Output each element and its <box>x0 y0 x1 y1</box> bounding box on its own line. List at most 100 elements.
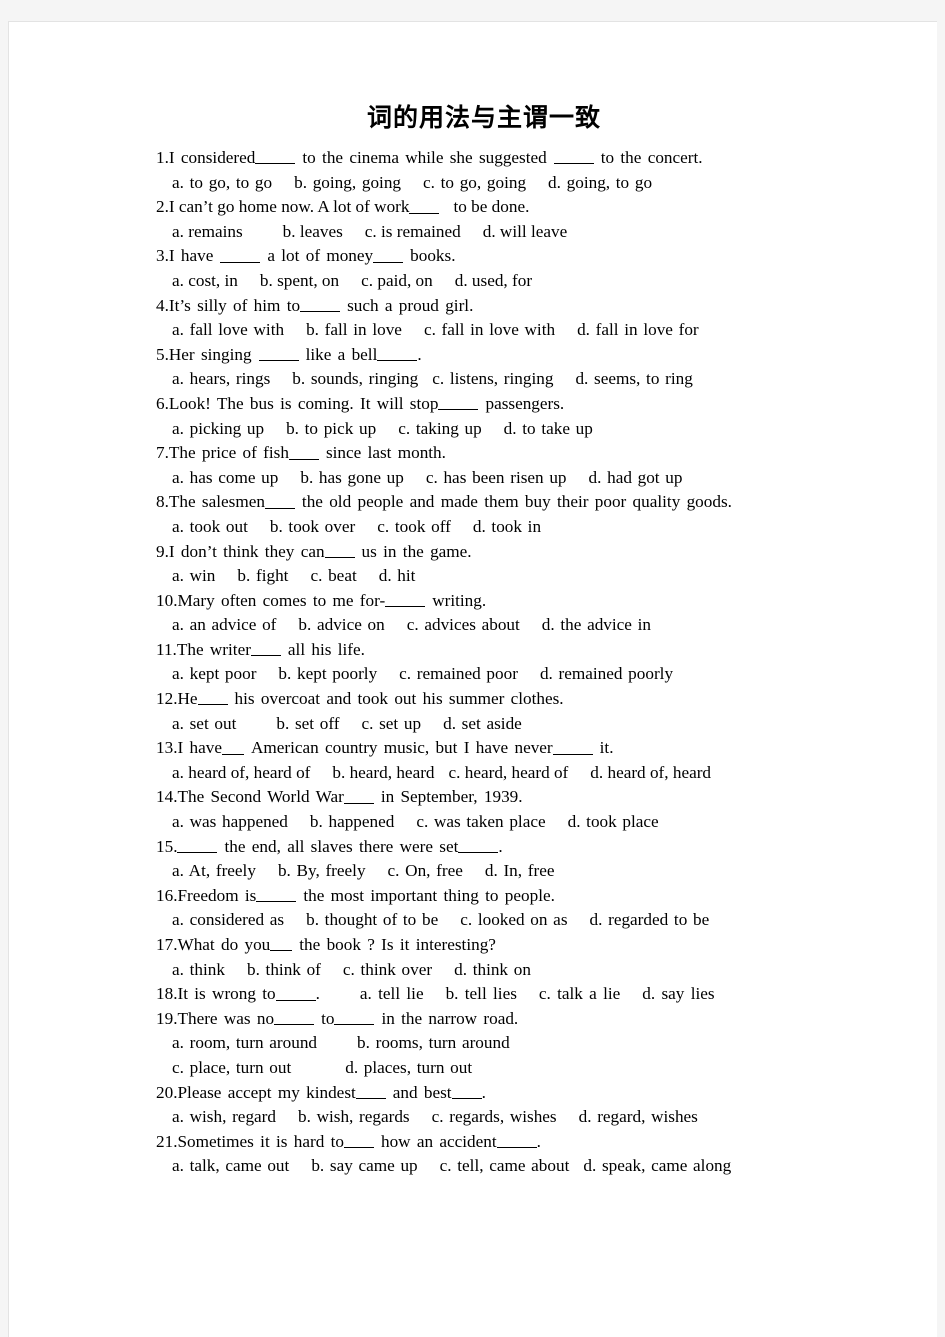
option[interactable]: b. happened <box>310 812 394 831</box>
answer-blank[interactable] <box>373 246 404 263</box>
option[interactable]: c. advices about <box>407 615 520 634</box>
option[interactable]: d. In, free <box>485 861 555 880</box>
answer-blank[interactable] <box>553 148 594 165</box>
option[interactable]: d. the advice in <box>542 615 651 634</box>
answer-blank[interactable] <box>255 148 296 165</box>
answer-blank[interactable] <box>250 639 281 657</box>
option[interactable]: d. going, to go <box>548 173 652 192</box>
answer-blank[interactable] <box>409 197 440 214</box>
answer-blank[interactable] <box>264 492 295 509</box>
option[interactable]: d. took in <box>473 517 541 536</box>
option[interactable]: d. will leave <box>483 222 567 241</box>
option[interactable]: c. heard, heard of <box>449 763 569 782</box>
option[interactable]: c. remained poor <box>399 664 518 683</box>
option[interactable]: b. think of <box>247 960 321 979</box>
option[interactable]: a. room, turn around <box>172 1033 317 1052</box>
answer-blank[interactable] <box>274 1008 315 1026</box>
option[interactable]: b. rooms, turn around <box>357 1033 510 1052</box>
option[interactable]: a. heard of, heard of <box>172 763 310 782</box>
option[interactable]: a. set out <box>172 714 236 733</box>
option[interactable]: c. listens, ringing <box>432 369 553 388</box>
answer-blank[interactable] <box>324 541 355 558</box>
option[interactable]: d. places, turn out <box>345 1058 472 1077</box>
option[interactable]: d. seems, to ring <box>575 369 692 388</box>
answer-blank[interactable] <box>334 1008 375 1026</box>
answer-blank[interactable] <box>288 443 319 460</box>
option[interactable]: a. cost, in <box>172 271 238 290</box>
option[interactable]: b. leaves <box>283 222 343 241</box>
option[interactable]: a. an advice of <box>172 615 276 634</box>
option[interactable]: b. advice on <box>298 615 384 634</box>
option[interactable]: d. say lies <box>642 984 714 1003</box>
option[interactable]: d. set aside <box>443 714 522 733</box>
option[interactable]: c. place, turn out <box>172 1058 291 1077</box>
answer-blank[interactable] <box>552 738 593 755</box>
option[interactable]: a. considered as <box>172 910 284 929</box>
answer-blank[interactable] <box>438 394 479 411</box>
option[interactable]: c. regards, wishes <box>432 1107 557 1126</box>
option[interactable]: c. talk a lie <box>539 984 620 1003</box>
option[interactable]: a. remains <box>172 222 243 241</box>
answer-blank[interactable] <box>343 787 374 804</box>
option[interactable]: b. fight <box>237 566 288 585</box>
option[interactable]: c. On, free <box>388 861 463 880</box>
answer-blank[interactable] <box>256 885 297 903</box>
option[interactable]: a. tell lie <box>360 984 424 1003</box>
option[interactable]: d. heard of, heard <box>590 763 711 782</box>
answer-blank[interactable] <box>270 935 293 952</box>
answer-blank[interactable] <box>197 689 228 706</box>
answer-blank[interactable] <box>385 590 426 608</box>
answer-blank[interactable] <box>496 1131 537 1149</box>
option[interactable]: b. By, freely <box>278 861 366 880</box>
option[interactable]: a. was happened <box>172 812 288 831</box>
answer-blank[interactable] <box>300 295 341 312</box>
option[interactable]: a. win <box>172 566 215 585</box>
answer-blank[interactable] <box>377 344 418 362</box>
option[interactable]: c. tell, came about <box>440 1156 570 1175</box>
option[interactable]: a. fall love with <box>172 320 284 339</box>
option[interactable]: b. set off <box>276 714 339 733</box>
option[interactable]: c. is remained <box>365 222 461 241</box>
option[interactable]: c. taking up <box>398 419 481 438</box>
option[interactable]: b. going, going <box>294 173 401 192</box>
option[interactable]: c. paid, on <box>361 271 433 290</box>
option[interactable]: a. At, freely <box>172 861 256 880</box>
option[interactable]: b. to pick up <box>286 419 376 438</box>
option[interactable]: c. took off <box>377 517 451 536</box>
option[interactable]: a. hears, rings <box>172 369 270 388</box>
answer-blank[interactable] <box>275 984 316 1001</box>
answer-blank[interactable] <box>458 836 499 853</box>
option[interactable]: b. sounds, ringing <box>292 369 418 388</box>
option[interactable]: d. used, for <box>455 271 532 290</box>
option[interactable]: a. picking up <box>172 419 264 438</box>
option[interactable]: a. kept poor <box>172 664 256 683</box>
option[interactable]: b. fall in love <box>306 320 402 339</box>
option[interactable]: d. regard, wishes <box>579 1107 698 1126</box>
option[interactable]: d. speak, came along <box>583 1156 731 1175</box>
answer-blank[interactable] <box>355 1082 386 1099</box>
option[interactable]: a. think <box>172 960 225 979</box>
option[interactable]: c. think over <box>343 960 432 979</box>
option[interactable]: b. wish, regards <box>298 1107 410 1126</box>
answer-blank[interactable] <box>177 836 218 853</box>
option[interactable]: b. took over <box>270 517 355 536</box>
option[interactable]: a. has come up <box>172 468 278 487</box>
option[interactable]: d. fall in love for <box>577 320 699 339</box>
option[interactable]: c. looked on as <box>460 910 567 929</box>
option[interactable]: b. tell lies <box>446 984 517 1003</box>
option[interactable]: d. to take up <box>504 419 593 438</box>
option[interactable]: d. hit <box>379 566 416 585</box>
option[interactable]: b. thought of to be <box>306 910 438 929</box>
option[interactable]: c. set up <box>361 714 421 733</box>
option[interactable]: a. to go, to go <box>172 173 272 192</box>
answer-blank[interactable] <box>343 1131 374 1149</box>
option[interactable]: b. has gone up <box>300 468 404 487</box>
option[interactable]: a. talk, came out <box>172 1156 289 1175</box>
answer-blank[interactable] <box>258 344 299 362</box>
answer-blank[interactable] <box>451 1082 482 1099</box>
option[interactable]: c. has been risen up <box>426 468 567 487</box>
option[interactable]: c. was taken place <box>416 812 545 831</box>
option[interactable]: b. kept poorly <box>278 664 377 683</box>
option[interactable]: d. remained poorly <box>540 664 673 683</box>
option[interactable]: c. beat <box>310 566 356 585</box>
